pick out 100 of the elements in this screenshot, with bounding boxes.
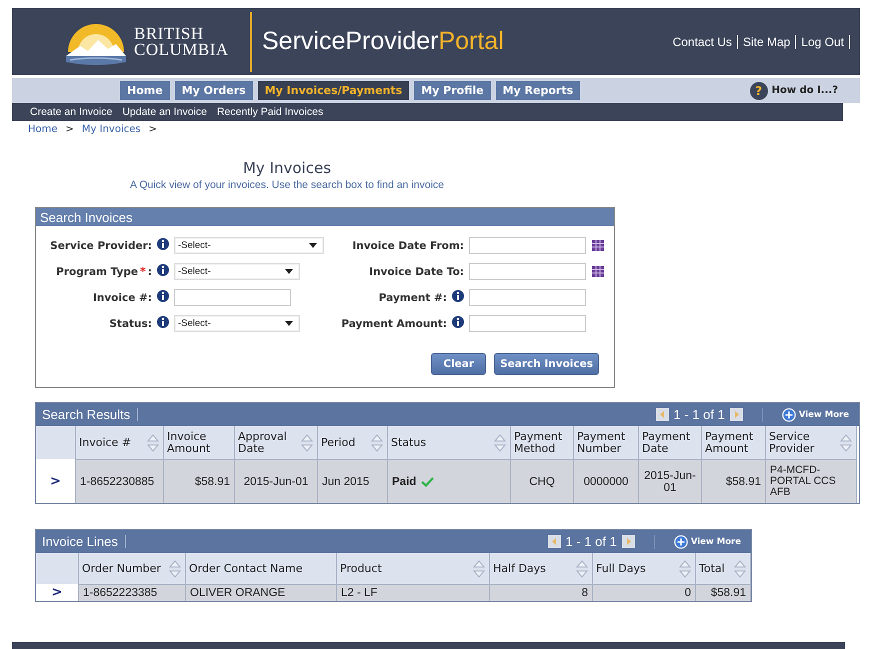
text-field[interactable] (469, 289, 586, 306)
column-header: Status (391, 436, 428, 448)
table-cell: 0000000 (584, 476, 628, 488)
nav-tab[interactable]: My Reports (496, 81, 580, 100)
table-title: Search Results (42, 407, 130, 422)
nav-tab[interactable]: My Profile (414, 81, 491, 100)
field-label: Invoice Date From: (352, 240, 464, 252)
sort-icon[interactable] (168, 558, 182, 578)
expand-row-arrow[interactable]: > (52, 585, 62, 600)
next-page-icon[interactable] (730, 408, 743, 421)
info-icon[interactable] (452, 290, 464, 302)
previous-page-icon[interactable] (548, 535, 560, 548)
dropdown-icon (285, 269, 293, 274)
date-field[interactable] (469, 237, 586, 254)
dropdown-icon (285, 321, 293, 326)
sort-icon[interactable] (678, 558, 692, 578)
column-header: Full Days (596, 562, 647, 574)
calendar-icon[interactable] (592, 240, 604, 251)
table-title: Invoice Lines (42, 534, 118, 549)
page-subtitle: A Quick view of your invoices. Use the search box to find an invoice (130, 179, 444, 191)
sort-icon[interactable] (733, 558, 747, 578)
header-link[interactable]: Site Map (738, 34, 796, 48)
column-header: Order Number (82, 562, 162, 574)
sort-icon[interactable] (839, 432, 853, 452)
column-header: Invoice # (79, 436, 132, 448)
header-link[interactable]: Log Out (796, 34, 850, 48)
sub-nav-link[interactable]: Recently Paid Invoices (216, 106, 324, 118)
logo-text: BRITISH (134, 26, 205, 42)
text-field[interactable] (174, 289, 291, 306)
header-link[interactable]: Contact Us (668, 34, 738, 48)
sort-icon[interactable] (575, 558, 589, 578)
nav-tab[interactable]: Home (120, 81, 170, 100)
table-cell: 1-8652230885 (80, 476, 154, 488)
view-more-link[interactable]: View More (674, 534, 741, 548)
column-header: Period (321, 436, 356, 448)
text-field[interactable] (469, 315, 586, 332)
field-label: Invoice Date To: (369, 266, 464, 278)
sub-nav-link[interactable]: Create an Invoice (30, 106, 112, 118)
next-page-icon[interactable] (622, 535, 635, 548)
column-header: Payment Method (514, 430, 564, 454)
page-count: 1 - 1 of 1 (566, 534, 617, 549)
sort-icon[interactable] (146, 432, 160, 452)
info-icon[interactable] (157, 316, 169, 328)
column-header: Payment Date (642, 430, 692, 454)
table-cell: OLIVER ORANGE (190, 587, 286, 599)
sort-icon[interactable] (472, 558, 486, 578)
field-label: : (148, 266, 152, 278)
table-cell: $58.91 (194, 476, 230, 488)
search-form-button[interactable]: Search Invoices (494, 353, 599, 375)
table-cell: $58.91 (726, 476, 761, 488)
info-icon[interactable] (452, 316, 464, 328)
portal-title-accent: Portal (438, 27, 504, 55)
info-icon[interactable] (157, 290, 169, 302)
page-title: My Invoices (242, 159, 332, 177)
help-icon[interactable]: ? (750, 82, 768, 100)
sub-nav-link[interactable]: Update an Invoice (122, 106, 207, 118)
sort-icon[interactable] (493, 432, 507, 452)
nav-tab[interactable]: My Invoices/Payments (258, 81, 410, 100)
column-header: Invoice Amount (167, 430, 212, 454)
nav-tab[interactable]: My Orders (174, 81, 253, 100)
sort-icon[interactable] (370, 432, 384, 452)
breadcrumb-separator: > (148, 124, 157, 135)
table-cell: 8 (582, 587, 588, 599)
table-cell: 2015-Jun-01 (643, 470, 697, 494)
table-cell: Paid (392, 476, 416, 488)
expand-row-arrow[interactable]: > (50, 474, 61, 488)
field-label: Service Provider: (50, 240, 152, 252)
page-count: 1 - 1 of 1 (674, 407, 725, 422)
column-header: Order Contact Name (189, 562, 304, 574)
sort-icon[interactable] (300, 432, 314, 452)
breadcrumb-separator: > (66, 124, 74, 135)
field-label: Payment Amount: (341, 318, 447, 330)
column-header: Total (699, 562, 726, 574)
search-form-button[interactable]: Clear (431, 353, 486, 375)
required-mark: * (140, 265, 146, 278)
table-cell: 0 (684, 587, 691, 599)
select-field[interactable]: -Select- (174, 263, 300, 280)
breadcrumb-link[interactable]: Home (28, 124, 58, 135)
help-link[interactable]: How do I...? (772, 85, 838, 96)
column-header: Product (340, 562, 383, 574)
table-cell: Jun 2015 (322, 476, 370, 488)
column-header: Service Provider (769, 430, 816, 454)
select-field[interactable]: -Select- (174, 237, 324, 254)
select-field[interactable]: -Select- (174, 315, 300, 332)
field-label: Status: (109, 318, 152, 330)
table-cell-text: P4-MCFD-PORTAL CCS AFB (770, 465, 837, 498)
table-cell: 2015-Jun-01 (244, 476, 308, 488)
breadcrumb-link[interactable]: My Invoices (82, 124, 141, 135)
view-more-link[interactable]: View More (782, 408, 849, 422)
previous-page-icon[interactable] (656, 408, 668, 421)
calendar-icon[interactable] (592, 266, 604, 277)
column-header: Approval Date (238, 430, 288, 454)
info-icon[interactable] (157, 238, 169, 250)
plus-circle-icon (782, 408, 796, 422)
field-label: Payment #: (378, 292, 447, 304)
table-cell: CHQ (529, 476, 555, 488)
info-icon[interactable] (157, 264, 169, 276)
panel-title: Search Invoices (40, 210, 132, 224)
table-cell: L2 - LF (341, 587, 378, 599)
date-field[interactable] (469, 263, 586, 280)
